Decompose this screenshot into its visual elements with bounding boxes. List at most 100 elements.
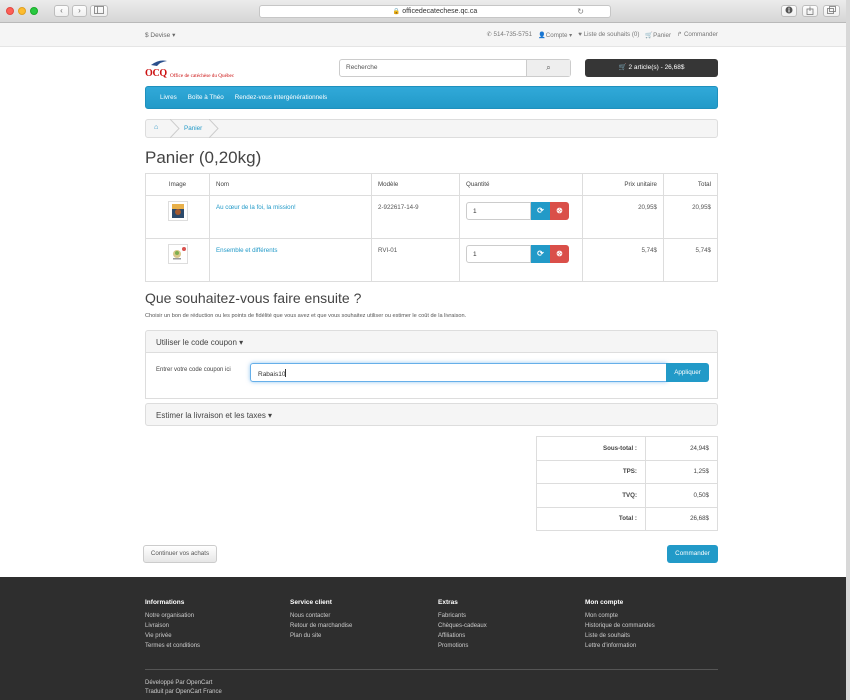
main-menu: Livres Boîte à Théo Rendez-vous intergén…	[145, 86, 718, 109]
footer-column-service-client: Service client Nous contacter Retour de …	[290, 599, 352, 641]
wishlist-link[interactable]: ♥ Liste de souhaits (0)	[578, 31, 639, 39]
phone-icon: ✆	[486, 31, 492, 38]
tabs-button[interactable]	[823, 5, 840, 17]
column-header: Prix unitaire	[582, 173, 664, 196]
coupon-input[interactable]: Rabais10	[250, 363, 667, 382]
forward-button[interactable]: ›	[72, 5, 87, 17]
totals-table: Sous-total :24,94$ TPS: 1,25$ TVQ: 0,50$ T…	[536, 436, 718, 531]
tps-value: 1,25$	[645, 459, 718, 484]
site-logo[interactable]: OCQ Office de catéchèse du Québec	[145, 58, 255, 84]
zoom-window-button[interactable]	[30, 7, 38, 15]
site-footer: Informations Notre organisation Livraiso…	[0, 577, 846, 700]
quantity-input[interactable]: 1	[466, 202, 531, 220]
menu-item-boite-a-theo[interactable]: Boîte à Théo	[188, 94, 224, 101]
footer-column-extras: Extras Fabricants Chèques-cadeaux Affili…	[438, 599, 487, 651]
footer-divider	[145, 669, 718, 670]
address-bar[interactable]: 🔒 officedecatechese.qc.ca ↻	[259, 5, 611, 18]
toolbar-right	[781, 5, 840, 17]
url-text: officedecatechese.qc.ca	[402, 8, 478, 15]
checkout-button[interactable]: Commander	[667, 545, 718, 563]
home-icon[interactable]: ⌂	[154, 124, 158, 131]
line-total: 5,74$	[663, 238, 718, 282]
update-button[interactable]: ⟳	[531, 245, 550, 263]
product-name-cell: Au cœur de la foi, la mission!	[209, 195, 372, 239]
product-thumbnail[interactable]	[167, 201, 188, 221]
currency-dropdown[interactable]: $ Devise ▾	[145, 31, 175, 39]
footer-link[interactable]: Retour de marchandise	[290, 621, 352, 631]
product-link[interactable]: Ensemble et différents	[216, 247, 277, 254]
user-icon: 👤	[538, 32, 546, 39]
logo-mark: OCQ	[145, 68, 167, 79]
table-row: Ensemble et différents RVI-01 1 ⟳ ⊗ 5,74…	[145, 238, 718, 282]
update-button[interactable]: ⟳	[531, 202, 550, 220]
footer-heading: Service client	[290, 599, 332, 606]
table-row: Au cœur de la foi, la mission! 2-922617-…	[145, 195, 718, 239]
footer-link[interactable]: Historique de commandes	[585, 621, 655, 631]
table-header-row: Image Nom Modèle Quantité Prix unitaire …	[145, 173, 718, 196]
sidebar-toggle-button[interactable]	[90, 5, 108, 17]
checkout-link[interactable]: ↱ Commander	[677, 31, 718, 39]
footer-link[interactable]: Liste de souhaits	[585, 631, 655, 641]
search-input[interactable]: Recherche	[340, 60, 526, 76]
footer-link[interactable]: Chèques-cadeaux	[438, 621, 487, 631]
unit-price: 20,95$	[582, 195, 664, 239]
footer-link[interactable]: Promotions	[438, 641, 487, 651]
account-label: Compte ▾	[545, 32, 573, 39]
cart-summary-button[interactable]: 🛒 2 article(s) - 26,68$	[585, 59, 718, 77]
breadcrumb-cart[interactable]: Panier	[184, 125, 202, 132]
remove-button[interactable]: ⊗	[550, 245, 569, 263]
menu-item-livres[interactable]: Livres	[160, 94, 177, 101]
back-button[interactable]: ‹	[54, 5, 69, 17]
continue-shopping-button[interactable]: Continuer vos achats	[143, 545, 217, 563]
share-arrow-icon: ↱	[677, 31, 683, 38]
shipping-panel-toggle[interactable]: Estimer la livraison et les taxes ▾	[145, 403, 718, 426]
close-window-button[interactable]	[6, 7, 14, 15]
line-total: 20,95$	[663, 195, 718, 239]
search-button[interactable]: ⌕	[526, 60, 570, 76]
sidebar-icon	[94, 6, 104, 14]
menu-item-rendez-vous[interactable]: Rendez-vous intergénérationnels	[235, 94, 327, 101]
footer-link[interactable]: Fabricants	[438, 611, 487, 621]
page-title: Panier (0,20kg)	[145, 148, 262, 167]
minimize-window-button[interactable]	[18, 7, 26, 15]
share-button[interactable]	[802, 5, 818, 17]
footer-link[interactable]: Affiliations	[438, 631, 487, 641]
phone-link[interactable]: ✆ 514-735-5751	[487, 31, 532, 39]
quantity-cell: 1 ⟳ ⊗	[459, 195, 583, 239]
cart-summary-label: 2 article(s) - 26,68$	[628, 64, 685, 71]
credit-line[interactable]: Développé Par OpenCart	[145, 679, 222, 688]
account-dropdown[interactable]: 👤Compte ▾	[538, 31, 572, 39]
info-icon	[785, 6, 793, 14]
footer-link[interactable]: Plan du site	[290, 631, 352, 641]
footer-link[interactable]: Mon compte	[585, 611, 655, 621]
remove-button[interactable]: ⊗	[550, 202, 569, 220]
footer-link[interactable]: Notre organisation	[145, 611, 200, 621]
search-icon: ⌕	[546, 63, 551, 72]
column-header: Image	[145, 173, 210, 196]
quantity-input[interactable]: 1	[466, 245, 531, 263]
remove-icon: ⊗	[556, 249, 563, 258]
footer-link[interactable]: Vie privée	[145, 631, 200, 641]
subtotal-value: 24,94$	[645, 436, 718, 461]
apply-coupon-button[interactable]: Appliquer	[666, 363, 709, 382]
lock-icon: 🔒	[392, 9, 401, 15]
footer-link[interactable]: Lettre d'information	[585, 641, 655, 651]
footer-credits: Développé Par OpenCart Traduit par OpenC…	[145, 679, 222, 697]
browser-toolbar: ‹ › 🔒 officedecatechese.qc.ca ↻	[0, 0, 846, 23]
footer-link[interactable]: Termes et conditions	[145, 641, 200, 651]
tvq-value: 0,50$	[645, 483, 718, 508]
cart-link[interactable]: 🛒Panier	[645, 31, 671, 39]
total-label: Total :	[536, 506, 646, 531]
coupon-panel-toggle[interactable]: Utiliser le code coupon ▾	[145, 330, 718, 353]
product-image-cell	[145, 195, 210, 239]
reload-icon[interactable]: ↻	[577, 6, 584, 17]
tvq-label: TVQ:	[536, 483, 646, 508]
credit-line[interactable]: Traduit par OpenCart France	[145, 688, 222, 697]
product-model: RVI-01	[371, 238, 460, 282]
extension-button[interactable]	[781, 5, 797, 17]
product-link[interactable]: Au cœur de la foi, la mission!	[216, 204, 296, 211]
product-thumbnail[interactable]	[167, 244, 188, 264]
footer-link[interactable]: Nous contacter	[290, 611, 352, 621]
footer-heading: Extras	[438, 599, 458, 606]
footer-link[interactable]: Livraison	[145, 621, 200, 631]
